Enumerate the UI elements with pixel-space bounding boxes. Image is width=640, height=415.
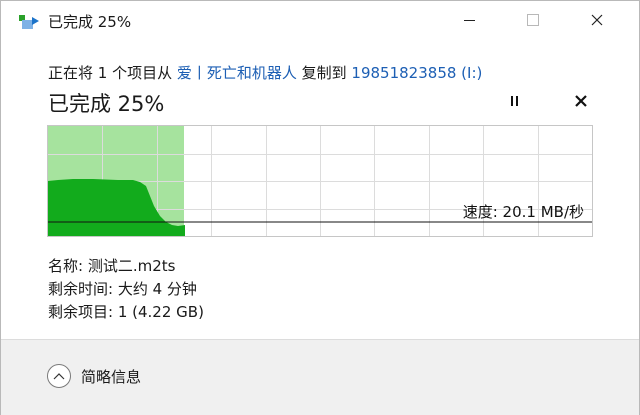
pause-button[interactable] xyxy=(504,91,524,111)
maximize-icon xyxy=(527,14,539,26)
title-bar[interactable]: 已完成 25% xyxy=(1,1,639,39)
maximize-button[interactable] xyxy=(510,1,556,39)
time-remaining: 剩余时间: 大约 4 分钟 xyxy=(48,280,197,298)
cancel-button[interactable] xyxy=(570,90,592,112)
copy-middle: 复制到 xyxy=(296,64,352,82)
cancel-icon xyxy=(575,95,587,107)
file-name: 名称: 测试二.m2ts xyxy=(48,257,176,275)
speed-label: 速度: 20.1 MB/秒 xyxy=(462,203,584,221)
chevron-up-icon xyxy=(47,364,71,388)
transfer-speed-graph: 速度: 20.1 MB/秒 xyxy=(47,125,593,237)
destination-drive-link[interactable]: 19851823858 (I:) xyxy=(351,64,482,82)
progress-title: 已完成 25% xyxy=(48,92,165,116)
dialog-footer: 简略信息 xyxy=(1,339,639,415)
items-remaining: 剩余项目: 1 (4.22 GB) xyxy=(48,303,204,321)
less-info-button[interactable]: 简略信息 xyxy=(47,364,141,388)
copy-prefix: 正在将 1 个项目从 xyxy=(48,64,177,82)
minimize-button[interactable] xyxy=(446,1,492,39)
copy-description: 正在将 1 个项目从 爱丨死亡和机器人 复制到 19851823858 (I:) xyxy=(48,62,482,83)
close-button[interactable] xyxy=(574,1,620,39)
minimize-icon xyxy=(463,19,475,21)
close-icon xyxy=(591,14,603,26)
window-title: 已完成 25% xyxy=(48,13,132,31)
copy-app-icon xyxy=(19,15,39,29)
less-info-label: 简略信息 xyxy=(81,367,142,386)
source-folder-link[interactable]: 爱丨死亡和机器人 xyxy=(177,64,297,82)
copy-progress-dialog: 已完成 25% 正在将 1 个项目从 爱丨死亡和机器人 复制到 19851823… xyxy=(0,0,640,415)
pause-icon xyxy=(510,96,518,106)
